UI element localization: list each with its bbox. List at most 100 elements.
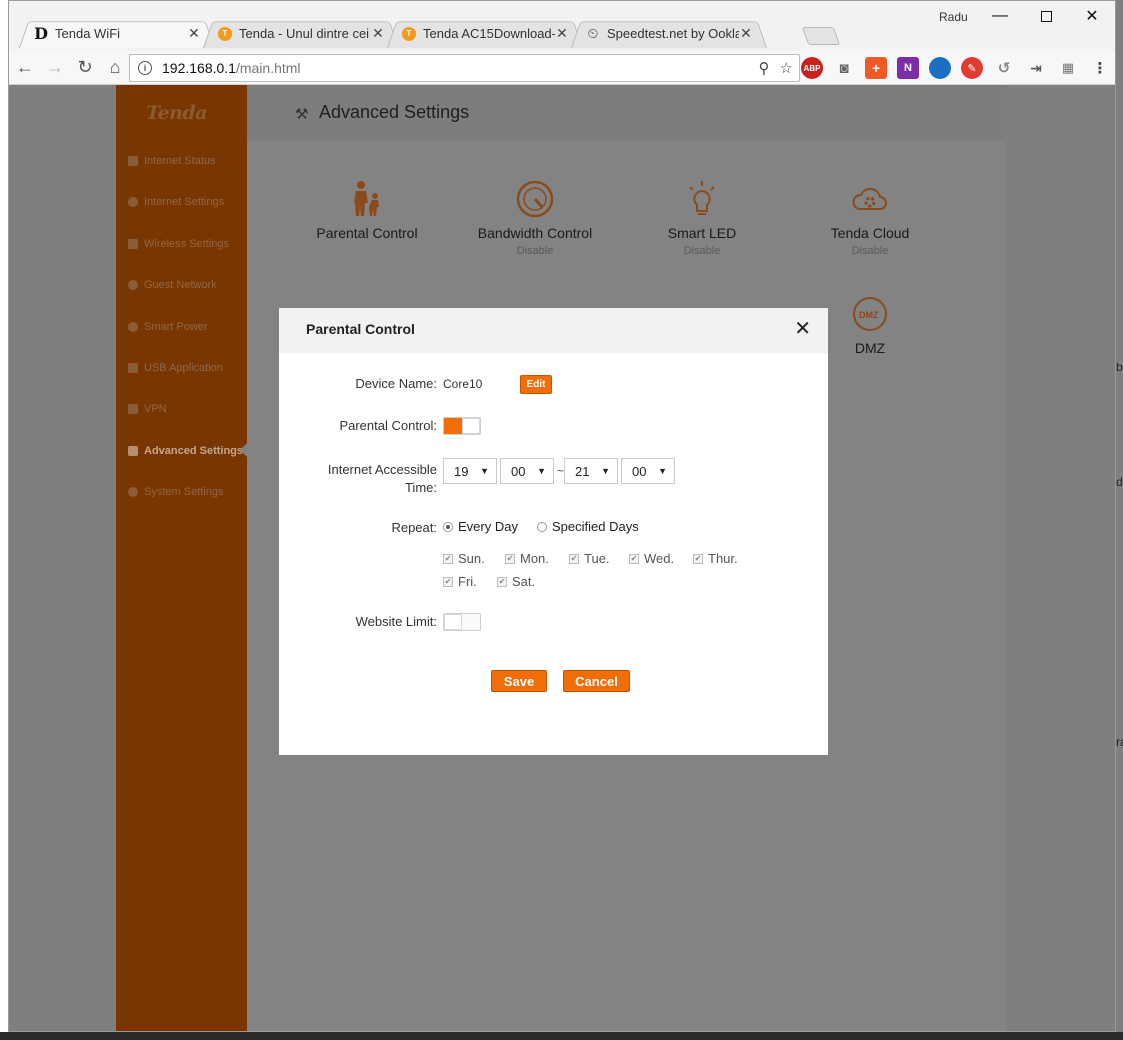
bookmark-star-icon[interactable]: ☆ — [780, 59, 793, 77]
start-hour-select[interactable]: 19 ▼ — [443, 458, 497, 484]
history-icon[interactable]: ↺ — [993, 57, 1015, 79]
pin-icon[interactable]: ⇥ — [1025, 57, 1047, 79]
accessible-time-label: Internet Accessible Time: — [328, 461, 437, 497]
parental-control-dialog: Parental Control ✕ Device Name: Core10 E… — [279, 308, 828, 755]
parental-control-toggle[interactable] — [443, 417, 481, 435]
address-bar[interactable]: i 192.168.0.1/main.html ⚲ ☆ — [129, 54, 800, 82]
forward-arrow-icon[interactable]: → — [41, 54, 69, 82]
checkbox-box[interactable]: ✔ — [443, 576, 453, 587]
profile-name[interactable]: Radu — [939, 10, 968, 24]
tab-speedtest[interactable]: ⏲ Speedtest.net by Ookla - ✕ — [571, 18, 767, 48]
start-minute-select[interactable]: 00 ▼ — [500, 458, 554, 484]
tenda-logo: Tenda — [146, 102, 207, 124]
sidebar-item-internet-status[interactable]: Internet Status — [128, 155, 216, 167]
speedtest-gauge-icon: ⏲ — [587, 25, 599, 41]
checkbox-sun[interactable]: ✔ Sun. — [443, 551, 485, 566]
tab-tenda-article[interactable]: T Tenda - Unul dintre cei m ✕ — [203, 18, 399, 48]
feature-status: Disable — [851, 245, 889, 257]
status-icon — [128, 156, 138, 166]
red-extension-icon[interactable]: ✎ — [961, 57, 983, 79]
save-button[interactable]: Save — [491, 670, 547, 692]
gear-icon — [128, 487, 138, 497]
maximize-icon[interactable] — [1023, 1, 1069, 31]
feature-tenda-cloud[interactable]: Tenda Cloud Disable — [795, 179, 945, 257]
checkbox-box[interactable]: ✔ — [505, 553, 515, 564]
feature-bandwidth-control[interactable]: Bandwidth Control Disable — [460, 179, 610, 257]
sidebar-item-label: Smart Power — [144, 321, 208, 333]
sidebar-item-usb-application[interactable]: USB Application — [128, 362, 223, 374]
tab-close-icon[interactable]: ✕ — [187, 25, 201, 42]
tab-close-icon[interactable]: ✕ — [739, 25, 753, 42]
zoom-icon[interactable]: ⚲ — [759, 59, 770, 77]
feature-smart-led[interactable]: Smart LED Disable — [627, 179, 777, 257]
grid-icon[interactable]: ▦ — [1057, 57, 1079, 79]
sidebar: Tenda Internet Status Internet Settings … — [116, 85, 249, 1031]
radio-button[interactable] — [537, 521, 547, 532]
sidebar-item-label: VPN — [144, 403, 167, 415]
close-window-icon[interactable]: ✕ — [1069, 1, 1115, 31]
url-host: 192.168.0.1 — [162, 60, 236, 76]
tab-close-icon[interactable]: ✕ — [555, 25, 569, 42]
close-icon[interactable]: ✕ — [794, 319, 811, 339]
checkbox-box[interactable]: ✔ — [569, 553, 579, 564]
site-info-icon[interactable]: i — [138, 61, 152, 75]
back-arrow-icon[interactable]: ← — [11, 54, 39, 82]
feature-status: Disable — [516, 245, 554, 257]
checkbox-mon[interactable]: ✔ Mon. — [505, 551, 549, 566]
select-value: 21 — [575, 463, 590, 479]
end-minute-select[interactable]: 00 ▼ — [621, 458, 675, 484]
cancel-button[interactable]: Cancel — [563, 670, 630, 692]
checkbox-box[interactable]: ✔ — [693, 553, 703, 564]
adblock-plus-icon[interactable]: ABP — [801, 57, 823, 79]
usb-icon — [128, 363, 138, 373]
onenote-icon[interactable]: N — [897, 57, 919, 79]
edit-button[interactable]: Edit — [520, 375, 552, 394]
tab-tenda-download[interactable]: T Tenda AC15Download-Te ✕ — [387, 18, 583, 48]
checkbox-box[interactable]: ✔ — [443, 553, 453, 564]
new-tab-button[interactable] — [801, 27, 841, 45]
tab-tenda-wifi[interactable]: D Tenda WiFi ✕ — [19, 18, 215, 48]
feature-status: Disable — [683, 245, 721, 257]
sidebar-item-internet-settings[interactable]: Internet Settings — [128, 196, 224, 208]
sidebar-item-system-settings[interactable]: System Settings — [128, 486, 223, 498]
checkbox-wed[interactable]: ✔ Wed. — [629, 551, 674, 566]
plus-extension-icon[interactable]: + — [865, 57, 887, 79]
radio-specified-days[interactable]: Specified Days — [537, 519, 639, 534]
checkbox-tue[interactable]: ✔ Tue. — [569, 551, 610, 566]
dropdown-caret-icon: ▼ — [601, 466, 610, 476]
feature-label: Parental Control — [316, 225, 418, 241]
menu-kebab-icon[interactable]: ⋮ — [1089, 57, 1111, 79]
vpn-icon — [128, 404, 138, 414]
checkbox-label: Thur. — [708, 551, 738, 566]
tab-close-icon[interactable]: ✕ — [371, 25, 385, 42]
checkbox-label: Tue. — [584, 551, 610, 566]
checkbox-fri[interactable]: ✔ Fri. — [443, 574, 477, 589]
sidebar-item-label: Wireless Settings — [144, 238, 229, 250]
reload-icon[interactable]: ↻ — [71, 54, 99, 82]
feature-parental-control[interactable]: Parental Control — [292, 179, 442, 241]
checkbox-label: Mon. — [520, 551, 549, 566]
sidebar-item-wireless-settings[interactable]: Wireless Settings — [128, 238, 229, 250]
radio-button[interactable] — [443, 521, 453, 532]
home-icon[interactable]: ⌂ — [101, 54, 129, 82]
radio-every-day[interactable]: Every Day — [443, 519, 518, 534]
checkbox-box[interactable]: ✔ — [629, 553, 639, 564]
tenda-d-favicon-icon: D — [34, 24, 48, 43]
website-limit-toggle[interactable] — [443, 613, 481, 631]
checkbox-sat[interactable]: ✔ Sat. — [497, 574, 535, 589]
checkbox-thur[interactable]: ✔ Thur. — [693, 551, 738, 566]
sidebar-item-vpn[interactable]: VPN — [128, 403, 167, 415]
sidebar-item-advanced-settings[interactable]: Advanced Settings — [128, 445, 243, 457]
device-name-label: Device Name: — [355, 376, 437, 391]
background-text-fragment: bi — [1116, 360, 1123, 374]
sidebar-item-guest-network[interactable]: Guest Network — [128, 279, 217, 291]
camera-icon[interactable]: ◙ — [833, 57, 855, 79]
tab-strip: D Tenda WiFi ✕ T Tenda - Unul dintre cei… — [19, 18, 767, 48]
sidebar-item-smart-power[interactable]: Smart Power — [128, 321, 208, 333]
background-text-fragment: ra — [1116, 735, 1123, 749]
minimize-icon[interactable]: — — [977, 1, 1023, 31]
globe-extension-icon[interactable] — [929, 57, 951, 79]
end-hour-select[interactable]: 21 ▼ — [564, 458, 618, 484]
dropdown-caret-icon: ▼ — [480, 466, 489, 476]
checkbox-box[interactable]: ✔ — [497, 576, 507, 587]
